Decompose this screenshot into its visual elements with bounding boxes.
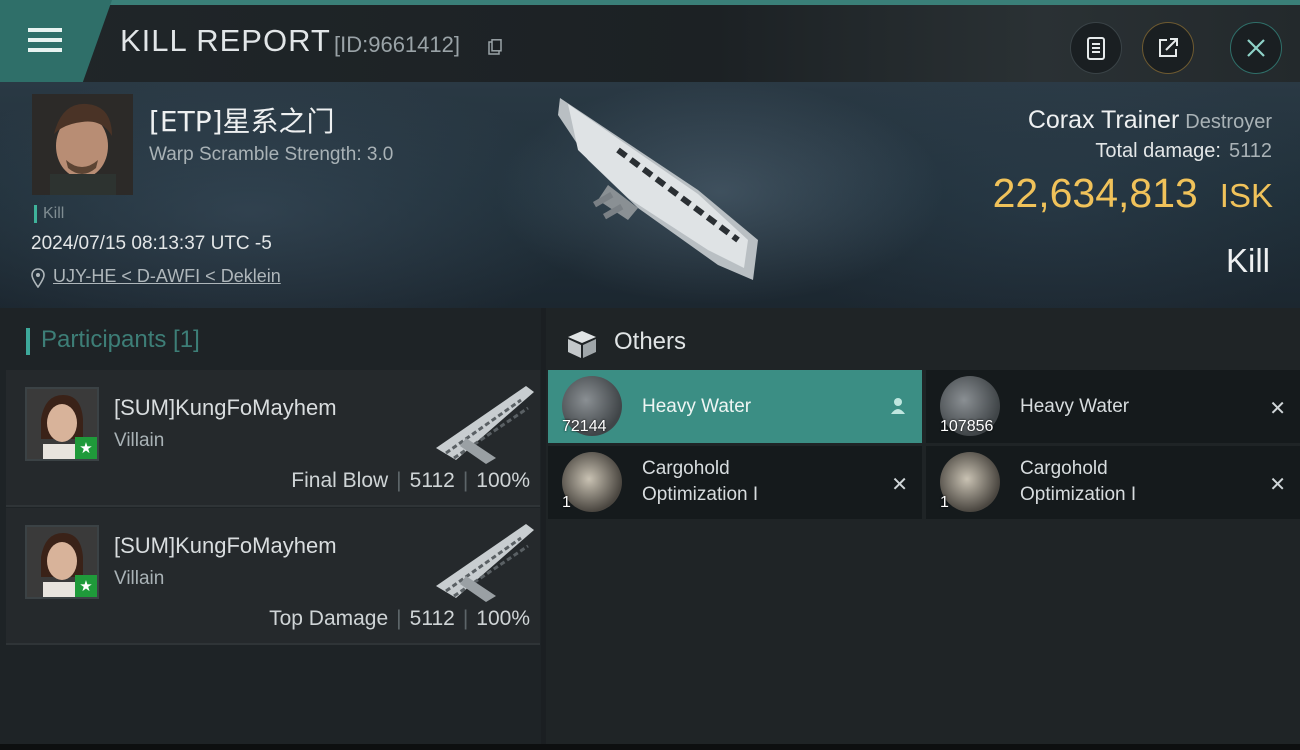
participant-label: Final Blow (291, 469, 389, 492)
cargo-box-icon (568, 331, 596, 358)
total-damage-value: 5112 (1228, 140, 1272, 162)
menu-icon-bar (28, 48, 62, 52)
participant-label: Top Damage (269, 607, 389, 630)
clipboard-button[interactable] (1070, 22, 1122, 74)
isk-unit: ISK (1219, 177, 1273, 214)
cargohold-optimization-icon (940, 452, 1000, 512)
kill-datetime: 2024/07/15 08:13:37 UTC -5 (31, 233, 272, 254)
ship-render (558, 98, 758, 280)
item-name-line2: Optimization I (1020, 484, 1137, 505)
bottom-edge (0, 744, 1300, 750)
item-cell[interactable]: 1 Cargohold Optimization I ✕ (548, 446, 922, 519)
participant-role: Villain (114, 568, 165, 589)
participant-stats: Final Blow | 5112 | 100% (291, 469, 530, 492)
victim-portrait[interactable] (32, 94, 133, 195)
close-icon (1247, 39, 1265, 57)
ship-class: Destroyer (1185, 111, 1272, 133)
participant-role: Villain (114, 430, 165, 451)
item-name: Heavy Water (642, 396, 752, 417)
participant-row[interactable]: ★ [SUM]KungFoMayhem Villain Top Damage | 5… (6, 508, 540, 645)
kill-tag: Kill (34, 205, 64, 223)
item-name-line1: Cargohold (642, 458, 730, 479)
ship-name: Corax Trainer (1027, 106, 1180, 134)
isk-value: 22,634,813 ISK (993, 170, 1273, 217)
location-pin-icon (31, 268, 45, 288)
isk-amount: 22,634,813 (992, 170, 1198, 216)
victim-name[interactable]: [ETP]星系之门 (149, 100, 335, 140)
warp-scramble-strength: Warp Scramble Strength: 3.0 (149, 144, 394, 165)
item-quantity: 1 (562, 494, 571, 511)
result-label: Kill (1225, 242, 1270, 279)
participant-percent: 100% (476, 469, 530, 492)
x-icon: ✕ (1269, 472, 1286, 496)
person-icon (891, 398, 905, 414)
copy-icon[interactable] (488, 39, 502, 55)
item-cell[interactable]: 1 Cargohold Optimization I ✕ (926, 446, 1300, 519)
victim-avatar-image (32, 94, 133, 195)
item-name-line1: Cargohold (1020, 458, 1108, 479)
participants-header: Participants [1] (26, 326, 200, 355)
star-icon: ★ (75, 575, 97, 597)
location-text: UJY-HE < D-AWFI < Deklein (53, 266, 281, 286)
menu-button[interactable] (0, 0, 112, 82)
participant-stats: Top Damage | 5112 | 100% (269, 607, 530, 630)
share-button[interactable] (1142, 22, 1194, 74)
item-cell[interactable]: 107856 Heavy Water ✕ (926, 370, 1300, 443)
participant-row[interactable]: ★ [SUM]KungFoMayhem Villain Final Blow | 5… (6, 370, 540, 507)
participant-name[interactable]: [SUM]KungFoMayhem (114, 395, 337, 421)
cargohold-optimization-icon (562, 452, 622, 512)
share-icon (1159, 38, 1178, 57)
item-name: Heavy Water (1020, 396, 1130, 417)
participant-name[interactable]: [SUM]KungFoMayhem (114, 533, 337, 559)
avatar: ★ (25, 525, 99, 599)
avatar: ★ (25, 387, 99, 461)
participants-title: Participants [1] (41, 326, 200, 353)
participant-ship-icon (436, 386, 534, 464)
ship-type[interactable]: Corax Trainer Destroyer (1028, 106, 1272, 135)
title-bar: KILL REPORT [ID:9661412] (0, 0, 1300, 82)
total-damage-label: Total damage: (1095, 140, 1221, 162)
others-title: Others (614, 328, 687, 355)
participants-panel: Participants [1] ★ [SUM]KungFoMayhem Vil… (0, 308, 541, 750)
x-icon: ✕ (1269, 396, 1286, 420)
item-name-line2: Optimization I (642, 484, 759, 505)
item-quantity: 1 (940, 494, 949, 511)
menu-icon (28, 28, 62, 32)
close-button[interactable] (1230, 22, 1282, 74)
page-title: KILL REPORT (120, 23, 331, 58)
others-header: Others (566, 328, 687, 358)
others-panel: Others 72144 Heavy Water 107856 Heavy Wa… (546, 308, 1300, 750)
menu-icon-bar (28, 38, 62, 42)
participant-damage: 5112 (409, 469, 455, 492)
item-quantity: 72144 (562, 418, 607, 435)
item-cell[interactable]: 72144 Heavy Water (548, 370, 922, 443)
star-icon: ★ (75, 437, 97, 459)
clipboard-icon (1087, 37, 1105, 60)
participant-ship-icon (436, 524, 534, 602)
x-icon: ✕ (891, 472, 908, 496)
participant-percent: 100% (476, 607, 530, 630)
kill-summary-banner: [ETP]星系之门 Warp Scramble Strength: 3.0 Ki… (0, 82, 1300, 308)
kill-location-link[interactable]: UJY-HE < D-AWFI < Deklein (31, 266, 281, 288)
participant-damage: 5112 (409, 607, 455, 630)
item-quantity: 107856 (940, 418, 994, 435)
header-accent-bar (26, 328, 30, 355)
report-id: [ID:9661412] (334, 32, 460, 57)
total-damage: Total damage: 5112 (1095, 140, 1272, 163)
